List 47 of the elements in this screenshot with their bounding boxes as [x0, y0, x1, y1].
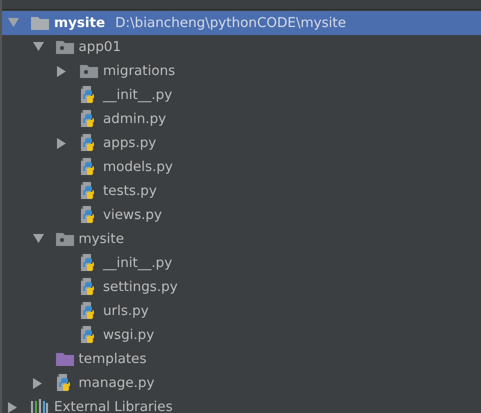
tree-item[interactable]: manage.py: [2, 371, 481, 395]
item-name: apps.py: [103, 135, 156, 151]
tree-item[interactable]: admin.py: [2, 107, 481, 131]
tree-item[interactable]: settings.py: [2, 275, 481, 299]
tree-item[interactable]: migrations: [2, 59, 481, 83]
tree-item[interactable]: wsgi.py: [2, 323, 481, 347]
tree-item[interactable]: __init__.py: [2, 83, 481, 107]
tree-item[interactable]: templates: [2, 347, 481, 371]
libraries-icon: [30, 399, 50, 413]
item-name: __init__.py: [103, 87, 172, 103]
item-name: settings.py: [103, 279, 178, 295]
item-name: tests.py: [103, 183, 157, 199]
item-name: mysite: [54, 15, 106, 31]
item-name: External Libraries: [54, 399, 173, 413]
collapsed-arrow-icon[interactable]: [57, 138, 67, 148]
tree-item[interactable]: mysite: [2, 227, 481, 251]
item-name: views.py: [103, 207, 162, 223]
collapsed-arrow-icon[interactable]: [57, 66, 67, 76]
tree-item[interactable]: __init__.py: [2, 251, 481, 275]
item-name: urls.py: [103, 303, 149, 319]
tree-item[interactable]: tests.py: [2, 179, 481, 203]
folder-icon: [54, 351, 74, 367]
tree-item[interactable]: External Libraries: [2, 395, 481, 413]
tree-item[interactable]: mysite D:\biancheng\pythonCODE\mysite: [2, 11, 481, 35]
collapsed-arrow-icon[interactable]: [32, 378, 42, 388]
item-name: mysite: [78, 231, 124, 247]
item-name: admin.py: [103, 111, 166, 127]
item-name: models.py: [103, 159, 173, 175]
item-name: manage.py: [78, 375, 154, 391]
item-path: D:\biancheng\pythonCODE\mysite: [115, 15, 346, 31]
item-name: wsgi.py: [103, 327, 154, 343]
package-folder-icon: [54, 231, 74, 247]
folder-icon: [30, 15, 50, 31]
item-name: __init__.py: [103, 255, 172, 271]
collapsed-arrow-icon[interactable]: [8, 402, 18, 412]
tree-item[interactable]: app01: [2, 35, 481, 59]
expanded-arrow-icon[interactable]: [32, 234, 44, 244]
item-name: app01: [78, 39, 122, 55]
item-name: migrations: [103, 63, 176, 79]
expanded-arrow-icon[interactable]: [32, 42, 44, 52]
package-folder-icon: [54, 39, 74, 55]
tree-item[interactable]: urls.py: [2, 299, 481, 323]
tree-item[interactable]: apps.py: [2, 131, 481, 155]
item-name: templates: [78, 351, 146, 367]
tree-item[interactable]: models.py: [2, 155, 481, 179]
package-folder-icon: [79, 63, 99, 79]
tree-item[interactable]: views.py: [2, 203, 481, 227]
